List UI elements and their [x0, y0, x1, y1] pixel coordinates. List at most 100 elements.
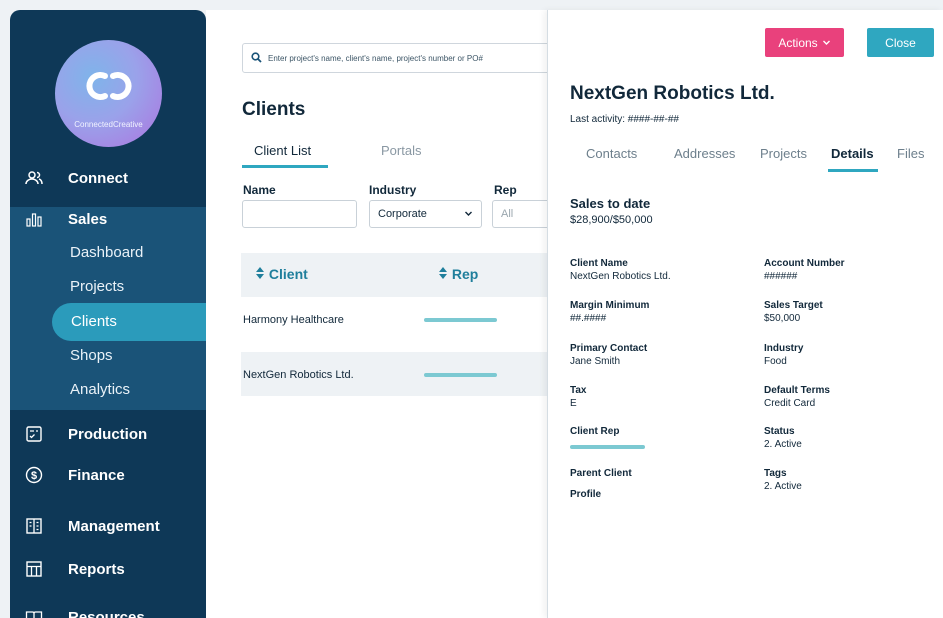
- client-name-value: NextGen Robotics Ltd.: [570, 271, 671, 282]
- nav-management[interactable]: Management: [10, 509, 206, 543]
- nav-finance-label: Finance: [68, 466, 125, 484]
- default-terms-label: Default Terms: [764, 385, 830, 396]
- rep-select[interactable]: All: [492, 200, 552, 228]
- chevron-down-icon: [822, 40, 830, 45]
- nav-sales-label: Sales: [68, 210, 108, 228]
- sales-to-date-label: Sales to date: [570, 196, 651, 211]
- table-row[interactable]: Harmony Healthcare: [241, 297, 547, 341]
- industry-select-value: Corporate: [378, 208, 427, 220]
- nav-sales[interactable]: Sales: [10, 202, 206, 236]
- tab-contacts[interactable]: Contacts: [586, 146, 637, 161]
- tax-label: Tax: [570, 385, 587, 396]
- filter-name-label: Name: [243, 183, 276, 197]
- rep-placeholder-bar: [424, 318, 497, 322]
- search-box[interactable]: [242, 43, 552, 73]
- filter-rep-label: Rep: [494, 183, 517, 197]
- sidebar-item-analytics[interactable]: Analytics: [70, 381, 130, 398]
- dollar-icon: $: [25, 466, 43, 484]
- tab-portals[interactable]: Portals: [381, 143, 421, 158]
- sidebar-item-clients[interactable]: Clients: [52, 303, 206, 341]
- industry-value: Food: [764, 356, 787, 367]
- client-name-cell: NextGen Robotics Ltd.: [243, 369, 354, 381]
- tab-projects[interactable]: Projects: [760, 146, 807, 161]
- page-title: Clients: [242, 99, 306, 120]
- nav-resources[interactable]: Resources: [10, 600, 206, 618]
- nav-reports[interactable]: Reports: [10, 552, 206, 586]
- primary-contact-value: Jane Smith: [570, 356, 621, 367]
- sales-target-value: $50,000: [764, 313, 801, 324]
- sales-target-label: Sales Target: [764, 300, 823, 311]
- sidebar-item-dashboard[interactable]: Dashboard: [70, 244, 143, 261]
- sidebar-item-projects[interactable]: Projects: [70, 278, 124, 295]
- sales-to-date-value: $28,900/$50,000: [570, 214, 653, 226]
- sort-icon: [256, 267, 264, 279]
- close-button[interactable]: Close: [867, 28, 934, 57]
- account-number-label: Account Number: [764, 258, 845, 269]
- column-rep-label: Rep: [451, 266, 479, 282]
- tab-client-list[interactable]: Client List: [254, 143, 311, 158]
- client-rep-placeholder-bar: [570, 445, 645, 449]
- sidebar: ConnectedCreative Connect Sales Dashboar…: [10, 10, 206, 618]
- status-label: Status: [764, 426, 795, 437]
- tax-value: E: [570, 398, 577, 409]
- nav-connect-label: Connect: [68, 169, 128, 187]
- nav-management-label: Management: [68, 517, 160, 535]
- table-header: Client Rep: [241, 253, 547, 297]
- nav-finance[interactable]: $ Finance: [10, 458, 206, 492]
- rep-placeholder-bar: [424, 373, 497, 377]
- column-client[interactable]: Client: [255, 266, 308, 282]
- checklist-icon: [25, 425, 43, 443]
- client-name-label: Client Name: [570, 258, 628, 269]
- profile-label: Profile: [570, 489, 602, 500]
- nav-connect[interactable]: Connect: [10, 161, 206, 195]
- primary-contact-label: Primary Contact: [570, 343, 648, 354]
- people-icon: [25, 169, 43, 187]
- client-list-area: Clients Client List Portals Name Industr…: [206, 10, 552, 618]
- logo[interactable]: ConnectedCreative: [55, 40, 162, 147]
- tab-underline: [242, 165, 328, 168]
- tags-value: 2. Active: [764, 481, 802, 492]
- filter-industry-label: Industry: [369, 183, 417, 197]
- status-value: 2. Active: [764, 439, 802, 450]
- tab-underline: [828, 169, 878, 172]
- column-rep[interactable]: Rep: [438, 266, 478, 282]
- chevron-down-icon: [465, 211, 472, 216]
- tab-details[interactable]: Details: [831, 146, 874, 161]
- tab-files[interactable]: Files: [897, 146, 924, 161]
- nav-resources-label: Resources: [68, 608, 145, 618]
- nav-reports-label: Reports: [68, 560, 125, 578]
- name-filter-input[interactable]: [242, 200, 357, 228]
- table-row[interactable]: NextGen Robotics Ltd.: [241, 352, 547, 396]
- last-activity: Last activity: ####-##-##: [570, 114, 679, 125]
- sort-icon: [439, 267, 447, 279]
- client-name-cell: Harmony Healthcare: [243, 314, 344, 326]
- client-rep-label: Client Rep: [570, 426, 620, 437]
- industry-label: Industry: [764, 343, 804, 354]
- search-input[interactable]: [268, 50, 538, 66]
- margin-minimum-value: ##.####: [570, 313, 607, 324]
- bar-chart-icon: [25, 210, 43, 228]
- svg-text:$: $: [31, 470, 37, 482]
- client-detail-panel: Actions Close NextGen Robotics Ltd. Last…: [547, 10, 943, 618]
- tab-addresses[interactable]: Addresses: [674, 146, 735, 161]
- column-client-label: Client: [268, 266, 308, 282]
- tags-label: Tags: [764, 468, 787, 479]
- default-terms-value: Credit Card: [764, 398, 816, 409]
- actions-button-label: Actions: [778, 35, 818, 50]
- account-number-value: ######: [764, 271, 798, 282]
- industry-select[interactable]: Corporate: [369, 200, 482, 228]
- logo-text: ConnectedCreative: [74, 120, 143, 129]
- client-title: NextGen Robotics Ltd.: [570, 83, 775, 104]
- actions-button[interactable]: Actions: [765, 28, 844, 57]
- nav-production[interactable]: Production: [10, 417, 206, 451]
- search-icon: [251, 52, 262, 63]
- table-icon: [25, 560, 43, 578]
- rep-select-value: All: [501, 208, 514, 220]
- sidebar-item-clients-label: Clients: [71, 313, 117, 330]
- parent-client-label: Parent Client: [570, 468, 632, 479]
- margin-minimum-label: Margin Minimum: [570, 300, 650, 311]
- sidebar-item-shops[interactable]: Shops: [70, 347, 113, 364]
- building-icon: [25, 517, 43, 535]
- book-icon: [25, 608, 43, 618]
- logo-mark-icon: [86, 72, 132, 100]
